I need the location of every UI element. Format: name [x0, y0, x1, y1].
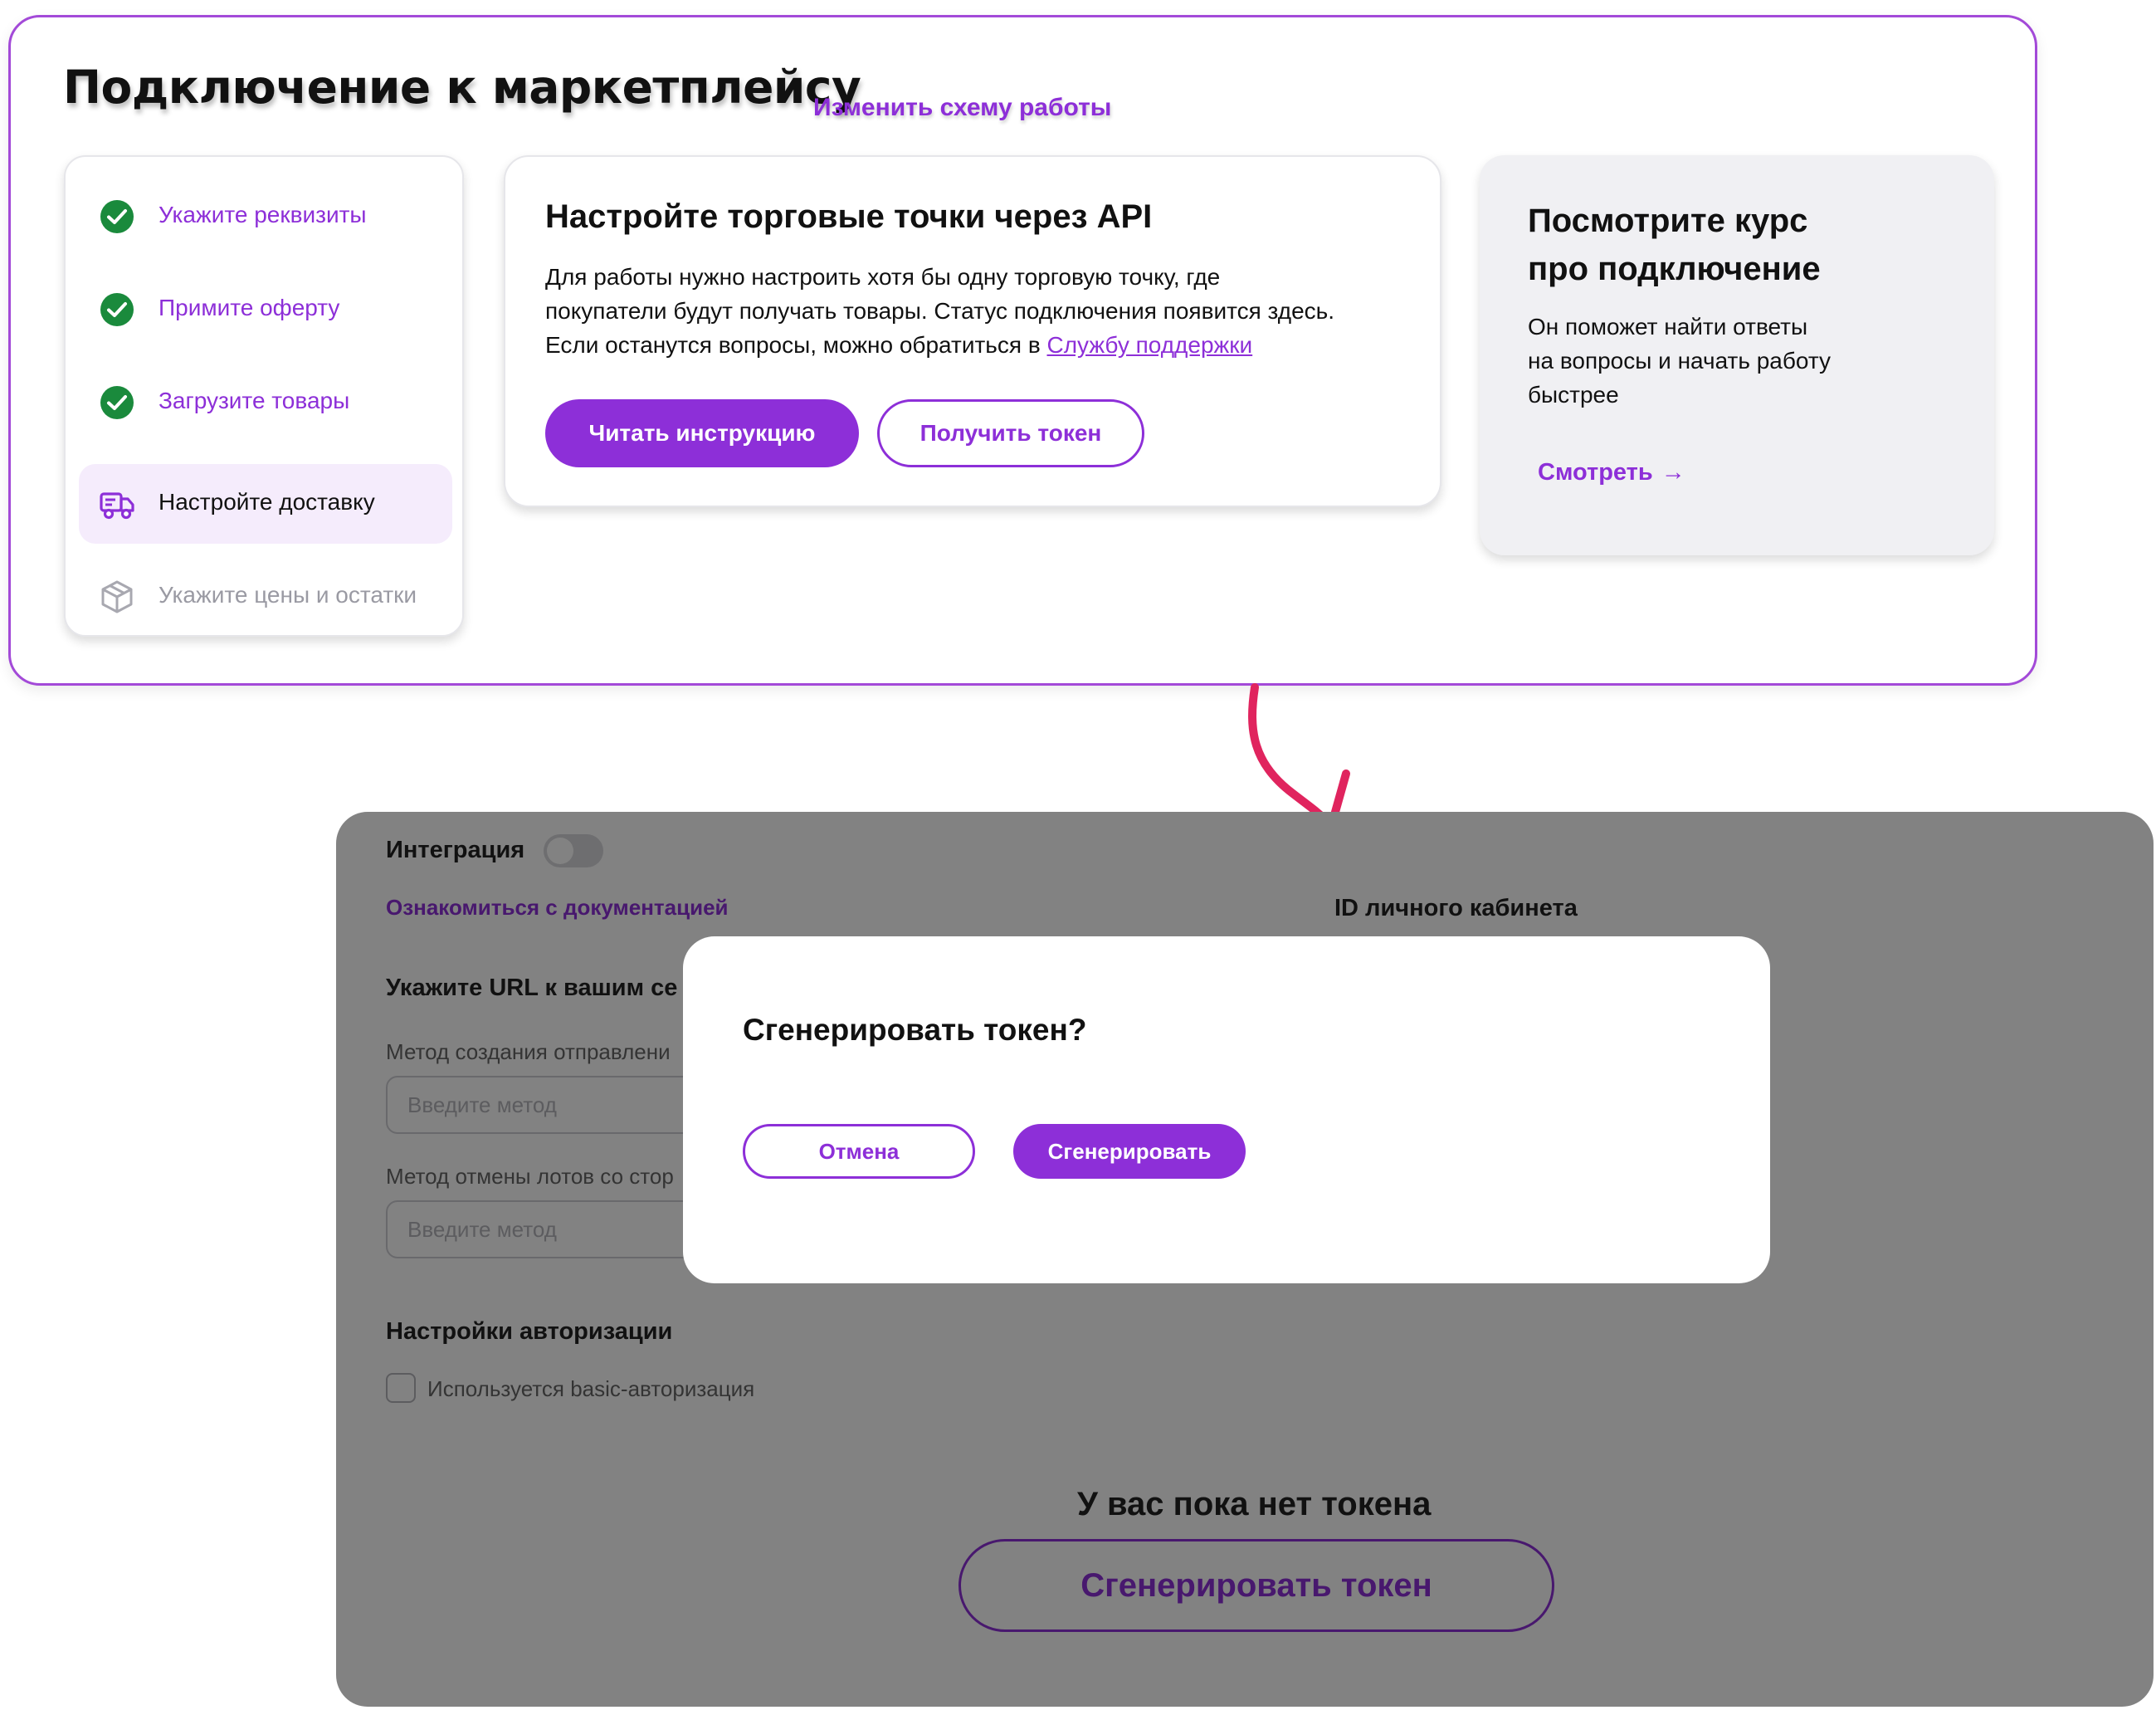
check-circle-icon — [100, 386, 134, 419]
api-card-text-line: Для работы нужно настроить хотя бы одну … — [545, 264, 1221, 290]
step-label: Укажите цены и остатки — [159, 582, 417, 608]
box-icon — [101, 580, 133, 613]
course-text-line: быстрее — [1528, 382, 1619, 408]
course-card-title: Посмотрите курс про подключение — [1528, 197, 1943, 293]
step-requisites[interactable]: Укажите реквизиты — [79, 177, 452, 256]
watch-link-label: Смотреть — [1538, 459, 1653, 486]
dialog-title: Сгенерировать токен? — [743, 1013, 1087, 1047]
page-title: Подключение к маркетплейсу — [63, 61, 861, 114]
api-setup-card: Настройте торговые точки через API Для р… — [504, 155, 1441, 507]
arrow-right-icon: → — [1661, 459, 1685, 486]
check-circle-icon — [100, 200, 134, 233]
steps-list: Укажите реквизиты Примите оферту Загрузи… — [64, 155, 464, 637]
step-label: Укажите реквизиты — [159, 202, 367, 227]
step-label: Настройте доставку — [159, 489, 375, 515]
support-link[interactable]: Службу поддержки — [1046, 332, 1252, 358]
change-scheme-link[interactable]: Изменить схему работы — [813, 94, 1111, 122]
step-label: Загрузите товары — [159, 388, 350, 413]
course-title-line: про подключение — [1528, 251, 1821, 287]
read-instruction-button[interactable]: Читать инструкцию — [545, 399, 859, 467]
step-offer[interactable]: Примите оферту — [79, 270, 452, 349]
step-label: Примите оферту — [159, 295, 340, 320]
get-token-button[interactable]: Получить токен — [877, 399, 1144, 467]
truck-icon — [100, 492, 134, 520]
step-delivery[interactable]: Настройте доставку — [79, 464, 452, 544]
api-card-text-line: Если останутся вопросы, можно обратиться… — [545, 328, 1425, 362]
api-card-text: Если останутся вопросы, можно обратиться… — [545, 332, 1047, 358]
api-card-title: Настройте торговые точки через API — [545, 198, 1153, 235]
cancel-button[interactable]: Отмена — [743, 1124, 975, 1179]
course-title-line: Посмотрите курс — [1528, 203, 1808, 239]
course-card: Посмотрите курс про подключение Он помож… — [1480, 155, 1994, 555]
generate-token-dialog: Сгенерировать токен? Отмена Сгенерироват… — [683, 936, 1770, 1283]
course-card-description: Он поможет найти ответы на вопросы и нач… — [1528, 310, 1885, 412]
check-circle-icon — [100, 293, 134, 326]
api-card-text-line: покупатели будут получать товары. Статус… — [545, 298, 1335, 324]
step-prices: Укажите цены и остатки — [79, 557, 452, 637]
course-text-line: на вопросы и начать работу — [1528, 348, 1832, 374]
watch-course-link[interactable]: Смотреть → — [1538, 459, 1685, 486]
confirm-generate-button[interactable]: Сгенерировать — [1013, 1124, 1246, 1179]
marketplace-connection-panel: Подключение к маркетплейсу Изменить схем… — [8, 15, 2037, 686]
api-card-description: Для работы нужно настроить хотя бы одну … — [545, 260, 1425, 362]
integration-settings-screen: Интеграция Ознакомиться с документацией … — [336, 812, 2154, 1707]
step-products[interactable]: Загрузите товары — [79, 363, 452, 442]
course-text-line: Он поможет найти ответы — [1528, 314, 1808, 340]
